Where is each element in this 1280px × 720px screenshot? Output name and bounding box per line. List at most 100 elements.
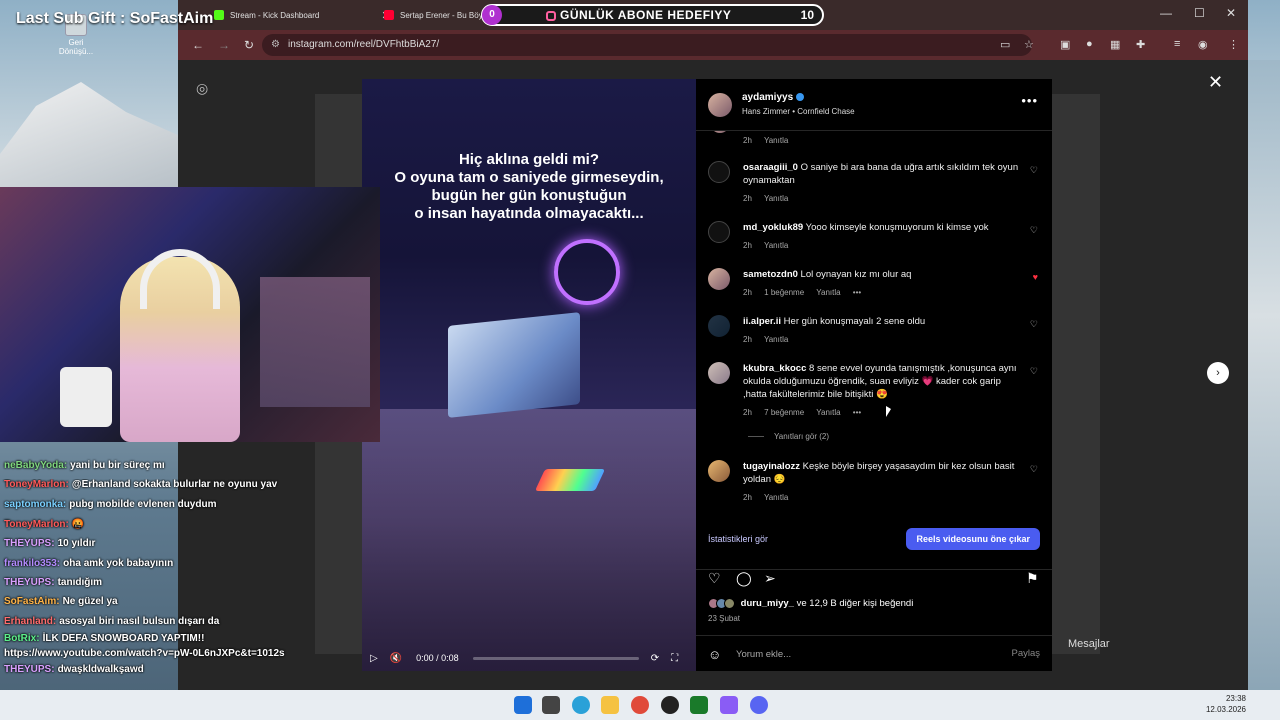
address-bar[interactable]: ⚙ instagram.com/reel/DVFhtbBiA27/ xyxy=(262,34,1032,56)
comment-time: 2h xyxy=(743,136,752,145)
save-bookmark-icon[interactable]: ⚑ xyxy=(1026,570,1039,587)
commenter-username[interactable]: sametozdn0 xyxy=(743,269,798,280)
commenter-avatar[interactable] xyxy=(708,362,730,384)
reply-button[interactable]: Yanıtla xyxy=(816,288,840,297)
fullscreen-icon[interactable]: ⛶ xyxy=(671,653,678,664)
comment-text: Her gün konuşmayalı 2 sene oldu xyxy=(783,316,926,327)
file-explorer-icon[interactable] xyxy=(601,696,619,714)
chat-username: THEYUPS: xyxy=(4,664,55,676)
chat-username: Erhanland: xyxy=(4,615,57,627)
chrome-icon[interactable] xyxy=(631,696,649,714)
next-reel-icon[interactable]: › xyxy=(1207,362,1229,384)
comment-more-icon[interactable]: ••• xyxy=(853,408,861,417)
reply-button[interactable]: Yanıtla xyxy=(764,493,788,502)
windows-start-icon[interactable] xyxy=(514,696,532,714)
reply-button[interactable]: Yanıtla xyxy=(764,136,788,145)
reply-button[interactable]: Yanıtla xyxy=(764,241,788,250)
play-icon[interactable]: ▷ xyxy=(370,653,378,664)
obs-icon[interactable] xyxy=(661,696,679,714)
tab-kick-dashboard[interactable]: Stream - Kick Dashboard ✕ xyxy=(206,4,399,26)
cast-icon[interactable]: ▭ xyxy=(1000,38,1010,51)
comment-text: Lol oynayan kız mı olur aq xyxy=(800,269,912,280)
post-comment-button[interactable]: Paylaş xyxy=(1011,648,1040,659)
chat-message: ToneyMarlon: @Erhanland sokakta bulurlar … xyxy=(0,479,310,491)
comment-body: 2h Yanıtla xyxy=(743,131,1023,147)
comment-body: ii.alper.ii Her gün konuşmayalı 2 sene o… xyxy=(743,315,1023,346)
profile-avatar-icon[interactable]: ◉ xyxy=(1198,38,1208,51)
comment-meta: 2h Yanıtla xyxy=(743,134,1023,147)
discord-icon[interactable] xyxy=(750,696,768,714)
reel-video[interactable]: Hiç aklına geldi mi? O oyuna tam o saniy… xyxy=(362,79,696,671)
comment-like-icon[interactable]: ♡ xyxy=(1030,225,1038,236)
reload-icon[interactable]: ↻ xyxy=(244,38,254,52)
reply-button[interactable]: Yanıtla xyxy=(764,335,788,344)
commenter-username[interactable]: ii.alper.ii xyxy=(743,316,781,327)
commenter-avatar[interactable] xyxy=(708,315,730,337)
maximize-icon[interactable]: ☐ xyxy=(1194,6,1205,20)
commenter-avatar[interactable] xyxy=(708,460,730,482)
commenter-username[interactable]: kkubra_kkocc xyxy=(743,363,806,374)
commenter-avatar[interactable] xyxy=(708,161,730,183)
reply-button[interactable]: Yanıtla xyxy=(816,408,840,417)
comment-input[interactable] xyxy=(736,646,986,662)
edge-icon[interactable] xyxy=(572,696,590,714)
close-window-icon[interactable]: ✕ xyxy=(1226,6,1236,20)
chat-link[interactable]: https://www.youtube.com/watch?v=pW-0L6nJ… xyxy=(4,648,285,659)
instagram-logo-icon[interactable]: ◎ xyxy=(196,80,208,97)
back-icon[interactable]: ← xyxy=(192,38,204,52)
app-icon[interactable] xyxy=(720,696,738,714)
commenter-username[interactable]: md_yokluk89 xyxy=(743,222,803,233)
comment-likes[interactable]: 1 beğenme xyxy=(764,288,804,297)
site-info-icon[interactable]: ⚙ xyxy=(271,34,280,56)
comment-like-icon[interactable]: ♡ xyxy=(1030,366,1038,377)
tab-youtube[interactable]: Sertap Erener - Bu Böyle xyxy=(376,4,497,26)
commenter-avatar[interactable] xyxy=(708,221,730,243)
share-send-icon[interactable]: ➢ xyxy=(764,570,776,587)
extension-icon[interactable]: ● xyxy=(1086,38,1093,50)
bookmark-star-icon[interactable]: ☆ xyxy=(1024,38,1034,51)
media-control-icon[interactable]: ≡ xyxy=(1174,38,1180,50)
comment-bubble-icon[interactable]: ◯ xyxy=(736,570,752,587)
streamer-headset xyxy=(140,249,220,309)
like-heart-icon[interactable]: ♡ xyxy=(708,570,721,587)
forward-icon[interactable]: → xyxy=(218,38,230,52)
menu-kebab-icon[interactable]: ⋮ xyxy=(1228,38,1239,51)
commenter-avatar[interactable] xyxy=(708,268,730,290)
likes-count-text: ve 12,9 B diğer kişi beğendi xyxy=(796,598,914,610)
minimize-icon[interactable]: — xyxy=(1160,6,1172,20)
extensions-puzzle-icon[interactable]: ✚ xyxy=(1136,38,1145,51)
more-options-icon[interactable]: ••• xyxy=(1021,93,1038,108)
comment-like-icon[interactable]: ♡ xyxy=(1030,464,1038,475)
author-username[interactable]: aydamiyys xyxy=(742,92,805,103)
extension-icon[interactable]: ▦ xyxy=(1110,38,1120,51)
task-view-icon[interactable] xyxy=(542,696,560,714)
chat-message: BotRix: İLK DEFA SNOWBOARD YAPTIM!! xyxy=(0,631,310,647)
commenter-username[interactable]: osaraagiii_0 xyxy=(743,162,798,173)
boost-reel-button[interactable]: Reels videosunu öne çıkar xyxy=(906,528,1040,550)
system-clock[interactable]: 23:38 12.03.2026 xyxy=(1206,693,1246,715)
browser-toolbar: ← → ↻ ⚙ instagram.com/reel/DVFhtbBiA27/ … xyxy=(178,30,1248,60)
close-reel-icon[interactable]: ✕ xyxy=(1208,72,1223,93)
streaming-app-icon[interactable] xyxy=(690,696,708,714)
likes-summary[interactable]: duru_miyy_ ve 12,9 B diğer kişi beğendi xyxy=(708,598,913,609)
reply-button[interactable]: Yanıtla xyxy=(764,194,788,203)
view-insights-link[interactable]: İstatistikleri gör xyxy=(708,534,768,544)
comment-like-icon[interactable]: ♡ xyxy=(1030,319,1038,330)
replay-icon[interactable]: ⟳ xyxy=(651,653,659,664)
emoji-picker-icon[interactable]: ☺ xyxy=(708,647,721,662)
audio-track[interactable]: Hans Zimmer • Cornfield Chase xyxy=(742,107,855,116)
video-progress-bar[interactable] xyxy=(472,656,639,660)
tab-title: Stream - Kick Dashboard xyxy=(230,10,320,20)
commenter-username[interactable]: tugayinalozz xyxy=(743,461,800,472)
author-avatar[interactable] xyxy=(708,93,732,117)
liker-username[interactable]: duru_miyy_ xyxy=(741,598,794,609)
commenter-avatar[interactable] xyxy=(710,131,730,133)
comment-liked-heart-icon[interactable]: ♥ xyxy=(1033,272,1038,282)
view-replies-button[interactable]: Yanıtları gör (2) xyxy=(748,432,829,441)
translate-extension-icon[interactable]: ▣ xyxy=(1060,38,1070,51)
messages-button[interactable]: Mesajlar xyxy=(1068,638,1110,650)
comment-more-icon[interactable]: ••• xyxy=(853,288,861,297)
mute-icon[interactable]: 🔇 xyxy=(390,653,402,664)
comment-likes[interactable]: 7 beğenme xyxy=(764,408,804,417)
comment-like-icon[interactable]: ♡ xyxy=(1030,165,1038,176)
